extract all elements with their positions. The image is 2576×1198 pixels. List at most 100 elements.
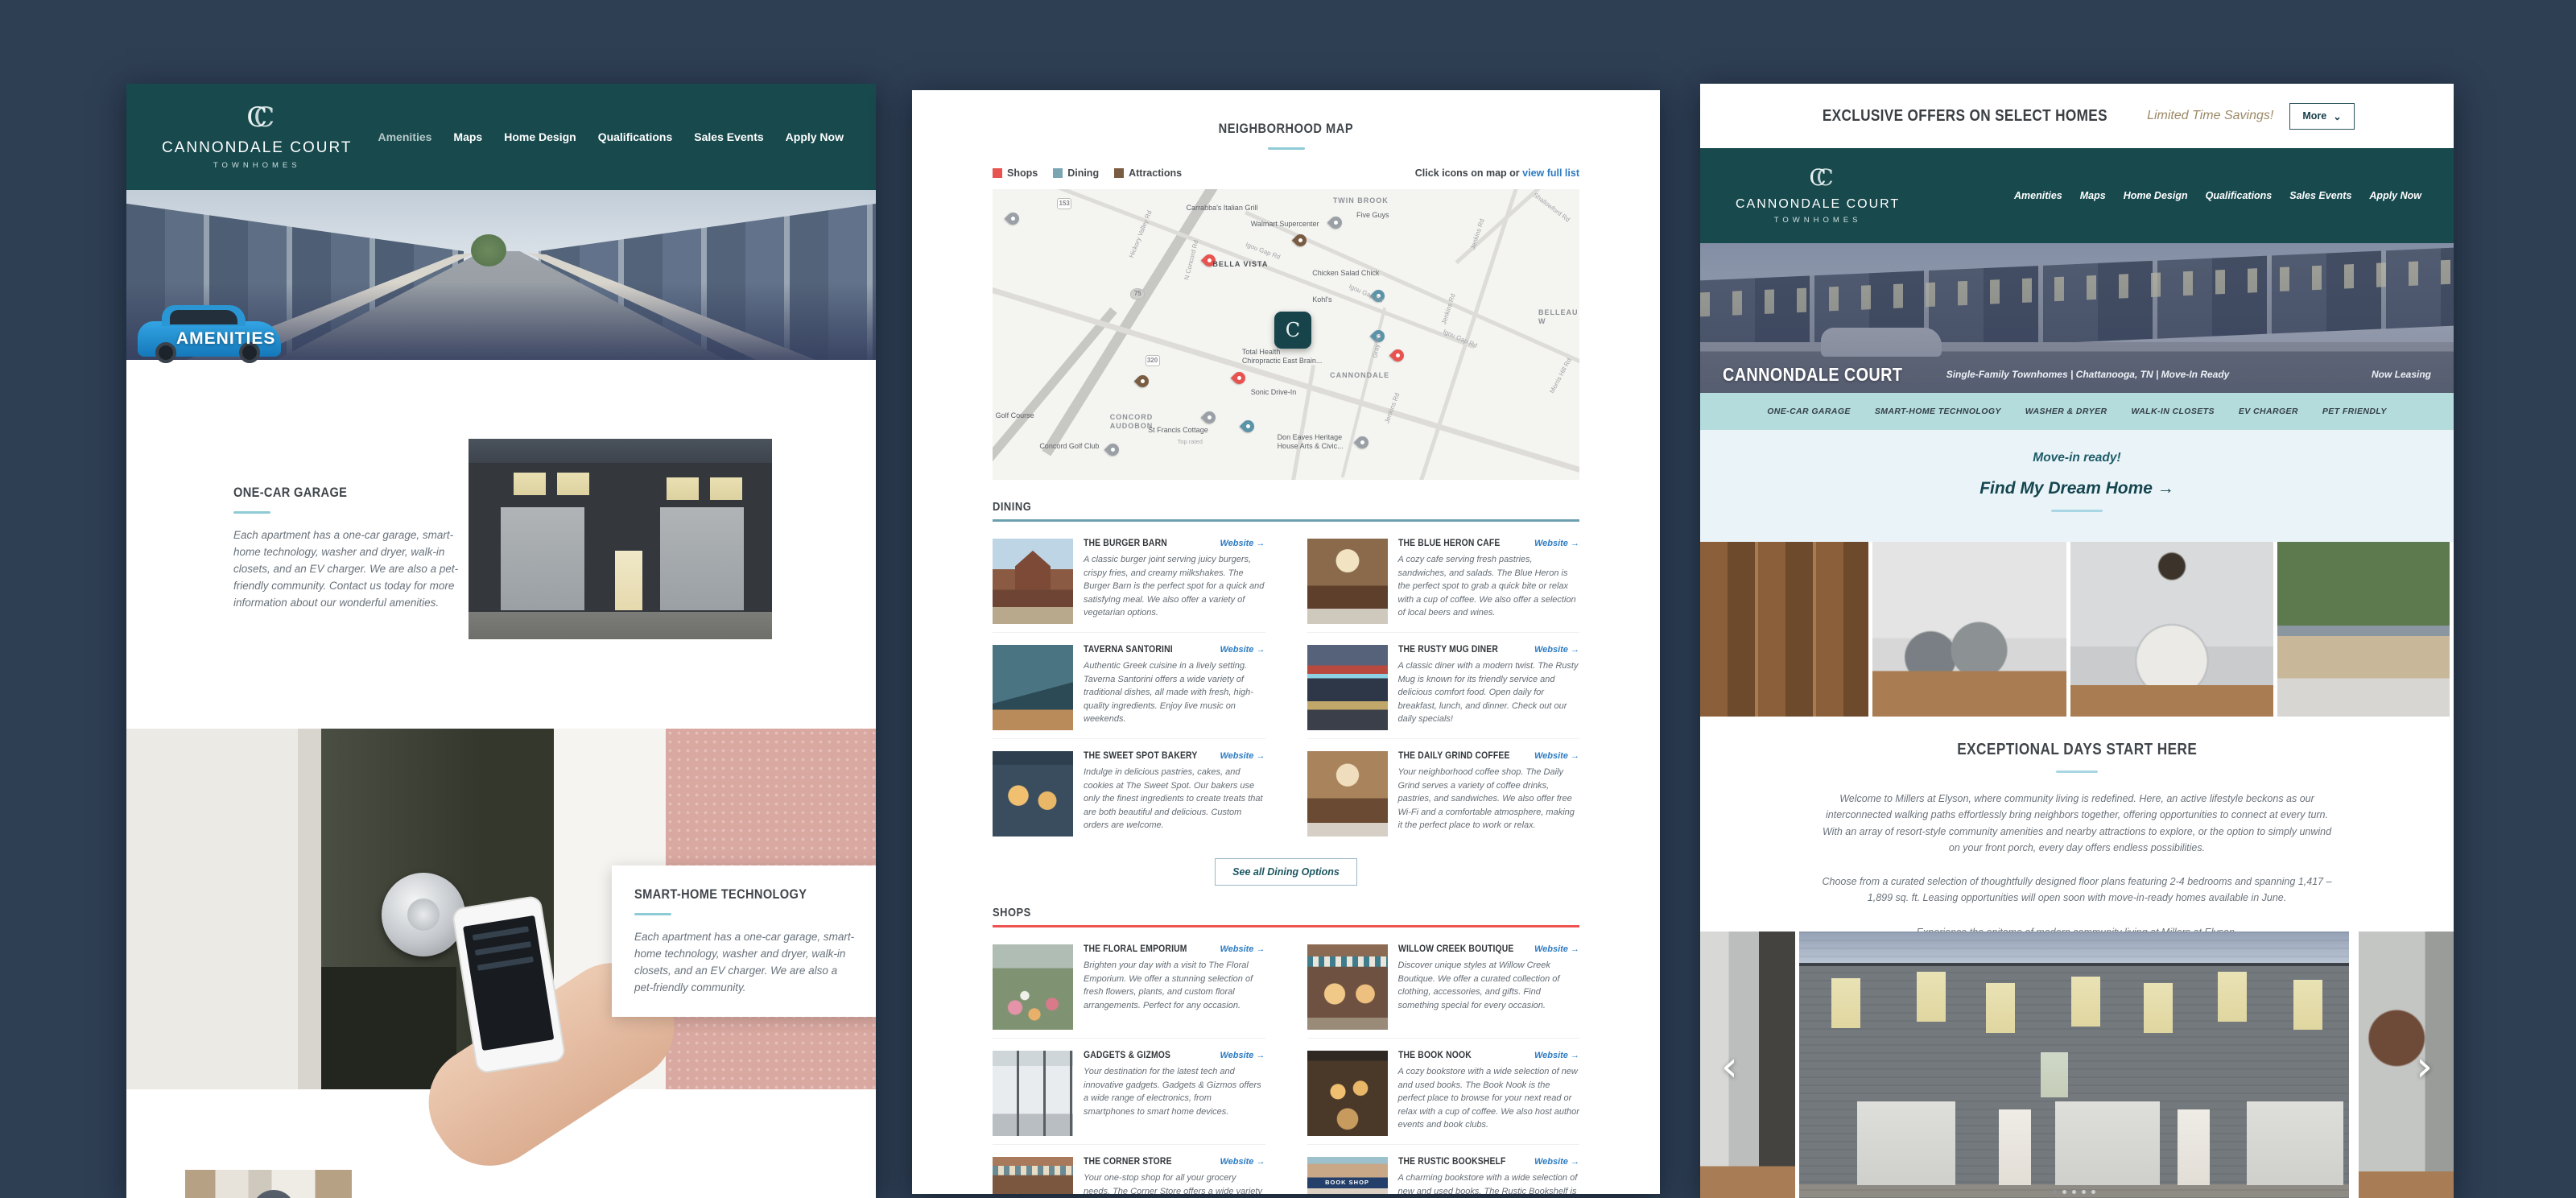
website-link[interactable]: Website → [1220,645,1265,655]
nav-sales-events[interactable]: Sales Events [2289,190,2351,201]
website-link[interactable]: Website → [1534,944,1579,954]
chevron-down-icon: ⌄ [2333,110,2341,122]
brand-logo[interactable]: CC CANNONDALE COURT TOWNHOMES [1736,167,1900,225]
cta-section: Move-in ready! Find My Dream Home → [1700,430,2454,542]
garage-section: ONE-CAR GARAGE Each apartment has a one-… [233,485,460,612]
map-pin-dining-icon[interactable] [1240,418,1257,435]
carousel-dots [1799,1190,2349,1194]
listing-description: Indulge in delicious pastries, cakes, an… [1084,766,1265,832]
listing-rusty-mug: THE RUSTY MUG DINER Website → A classic … [1307,633,1580,739]
gallery-photo-kitchen[interactable] [1700,542,1868,717]
listing-name: THE BOOK NOOK [1398,1051,1472,1060]
view-full-list-link[interactable]: view full list [1522,167,1579,179]
nav-amenities[interactable]: Amenities [378,130,432,143]
map-area-label: BELLEAU W [1538,308,1579,327]
listing-photo [1307,1051,1388,1136]
listing-photo [1307,539,1388,624]
find-my-dream-home-link[interactable]: Find My Dream Home → [1700,479,2454,498]
carousel-dot[interactable] [2072,1190,2076,1194]
listing-rustic-bookshelf: BOOK SHOP THE RUSTIC BOOKSHELF Website →… [1307,1145,1580,1194]
arrow-icon: → [1571,539,1579,548]
nav-home-design[interactable]: Home Design [2124,190,2188,201]
nav-apply-now[interactable]: Apply Now [2369,190,2421,201]
section-title: ONE-CAR GARAGE [233,485,347,501]
nav-home-design[interactable]: Home Design [504,130,576,143]
nav-maps[interactable]: Maps [453,130,482,143]
listing-description: A charming bookstore with a wide selecti… [1398,1171,1580,1194]
website-link[interactable]: Website → [1220,944,1265,954]
carousel-prev-button[interactable]: ‹ [1721,1046,1738,1088]
more-button[interactable]: More⌄ [2289,103,2354,130]
about-section: EXCEPTIONAL DAYS START HERE Welcome to M… [1700,717,2454,940]
see-all-dining-button[interactable]: See all Dining Options [1215,858,1357,886]
garage-photo-night [469,439,772,639]
website-link[interactable]: Website → [1534,1157,1579,1167]
monogram-icon: CC [1809,167,1826,192]
listing-description: A cozy cafe serving fresh pastries, sand… [1398,553,1580,620]
dining-list: THE BURGER BARN Website → A classic burg… [993,527,1579,845]
map-pin-icon[interactable] [1005,210,1022,227]
highway-road [993,308,1117,480]
website-link[interactable]: Website → [1534,539,1579,548]
listing-daily-grind: THE DAILY GRIND COFFEE Website → Your ne… [1307,739,1580,845]
hero-subtitle: Single-Family Townhomes | Chattanooga, T… [1946,369,2230,380]
gallery-photo-bedroom[interactable] [2070,542,2273,717]
listing-name: THE CORNER STORE [1084,1157,1172,1167]
website-link[interactable]: Website → [1220,751,1265,761]
listing-name: THE SWEET SPOT BAKERY [1084,751,1197,761]
map-label: Concord Golf Club [1039,442,1099,451]
map-legend: Shops Dining Attractions [993,167,1182,179]
listing-description: A classic burger joint serving juicy bur… [1084,553,1265,620]
map-pin-icon[interactable] [1354,434,1371,451]
gallery-photo-living-room[interactable] [1872,542,2066,717]
hero-caption-band: CANNONDALE COURT Single-Family Townhomes… [1700,356,2454,393]
listing-willow-creek: WILLOW CREEK BOUTIQUE Website → Discover… [1307,932,1580,1039]
map-label: Don Eaves Heritage House Arts & Civic... [1278,433,1344,452]
arrow-icon: → [1571,751,1579,761]
carousel-dot[interactable] [2062,1190,2066,1194]
listing-description: Your destination for the latest tech and… [1084,1065,1265,1118]
nav-qualifications[interactable]: Qualifications [2206,190,2273,201]
main-nav: Amenities Maps Home Design Qualification… [378,130,844,143]
map-pin-attraction-icon[interactable] [1133,373,1150,390]
map-pin-icon[interactable] [1104,441,1121,458]
carousel-photo-townhomes [1799,932,2349,1198]
listing-photo [1307,944,1388,1030]
website-link[interactable]: Website → [1534,751,1579,761]
carousel-dot[interactable] [2091,1190,2095,1194]
carousel-dot[interactable] [2053,1190,2057,1194]
map-label: Carrabba's Italian Grill [1187,204,1258,213]
move-in-ready-text: Move-in ready! [1700,451,2454,465]
nav-apply-now[interactable]: Apply Now [786,130,844,143]
brand-logo[interactable]: CC CANNONDALE COURT TOWNHOMES [162,104,352,170]
map-pin-shop-icon[interactable] [1231,370,1248,386]
arrow-icon: → [1571,1157,1579,1167]
gallery-photo-aerial[interactable] [2277,542,2450,717]
feature-garage: ONE-CAR GARAGE [1767,407,1851,416]
website-link[interactable]: Website → [1220,539,1265,548]
neighborhood-map[interactable]: 153 75 320 C Carrabba's Italian Grill TW… [993,189,1579,480]
hero-photo-townhomes: CANNONDALE COURT Single-Family Townhomes… [1700,243,2454,393]
website-link[interactable]: Website → [1220,1051,1265,1060]
nav-qualifications[interactable]: Qualifications [598,130,673,143]
map-pin-icon[interactable] [1201,409,1218,426]
map-pin-shop-icon[interactable] [1389,346,1406,363]
website-link[interactable]: Website → [1534,645,1579,655]
property-marker-icon[interactable]: C [1274,312,1311,349]
carousel-next-button[interactable]: › [2416,1046,2433,1088]
listing-photo [1307,645,1388,730]
route-shield: 320 [1146,355,1160,366]
website-link[interactable]: Website → [1534,1051,1579,1060]
wall [126,729,321,1089]
carousel-next-slide [2359,932,2454,1198]
listing-photo [993,1157,1073,1194]
arrow-icon: → [1257,751,1265,761]
nav-sales-events[interactable]: Sales Events [694,130,763,143]
map-label: Kohl's [1312,295,1331,304]
listing-photo [1307,751,1388,837]
nav-maps[interactable]: Maps [2080,190,2106,201]
carousel-dot[interactable] [2082,1190,2086,1194]
map-pin-icon[interactable] [1327,214,1344,231]
nav-amenities[interactable]: Amenities [2014,190,2062,201]
website-link[interactable]: Website → [1220,1157,1265,1167]
